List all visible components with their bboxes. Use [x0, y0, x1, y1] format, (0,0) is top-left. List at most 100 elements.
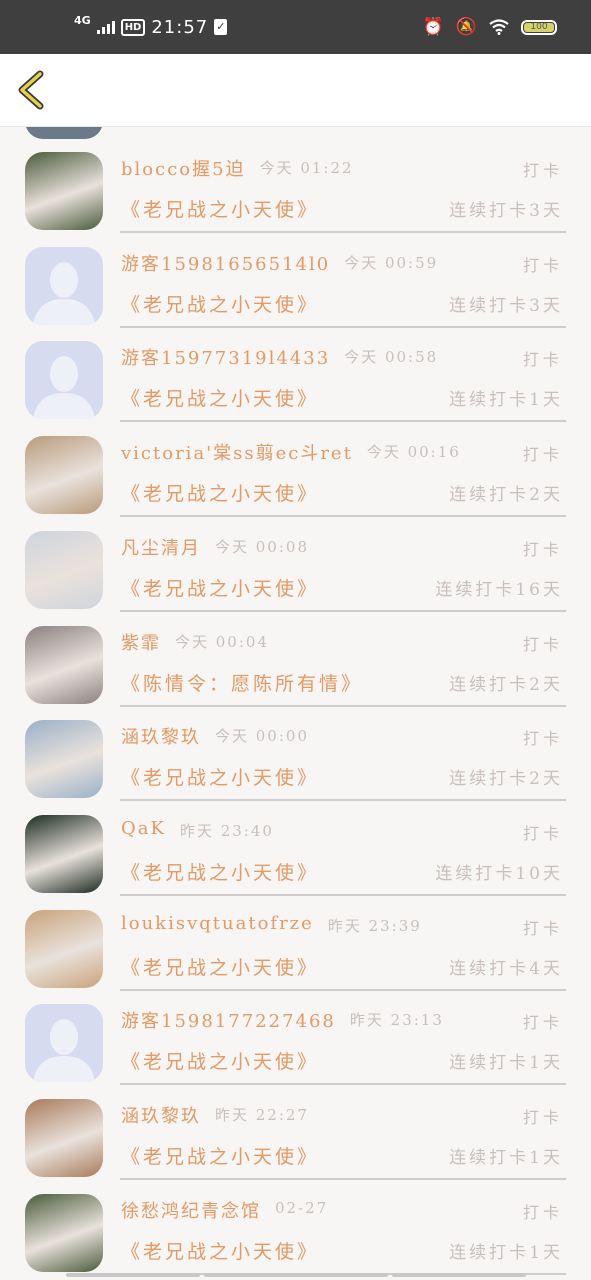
streak-count: 连续打卡16天: [435, 579, 563, 600]
username: QaK: [121, 817, 166, 839]
username: victoria'棠ss翦ec斗ret: [121, 443, 353, 465]
streak-count: 连续打卡3天: [449, 201, 563, 221]
checkin-label: 打卡: [522, 634, 563, 654]
streak-count: 连续打卡4天: [449, 958, 563, 979]
checkin-label: 打卡: [522, 1108, 563, 1127]
username: 凡尘清月: [121, 537, 201, 559]
avatar[interactable]: [25, 1099, 103, 1177]
checkin-label: 打卡: [522, 255, 563, 275]
user-placeholder-icon: [25, 341, 103, 420]
book-title[interactable]: 《老兄战之小天使》: [121, 1047, 319, 1074]
hd-badge: HD: [120, 18, 146, 36]
clock: 21:57: [151, 16, 209, 38]
book-title[interactable]: 《老兄战之小天使》: [121, 479, 319, 506]
book-title[interactable]: 《老兄战之小天使》: [121, 1142, 319, 1169]
streak-count: 连续打卡2天: [449, 674, 563, 695]
username: 游客15981772274​68: [121, 1011, 336, 1033]
divider: [120, 609, 566, 612]
status-bar: 4G HD 21:57 ⏰ 🔕 100: [0, 0, 591, 54]
book-title[interactable]: 《老兄战之小天使》: [121, 574, 319, 601]
checkin-label: 打卡: [522, 823, 563, 843]
list-item[interactable]: victoria'棠ss翦ec斗ret 今天 00:16 打卡《老兄战之小天使》 连续…: [0, 433, 591, 528]
status-right: ⏰ 🔕 100: [422, 16, 557, 37]
username: 涵玖黎玖: [121, 727, 201, 749]
checkin-time: 今天 00:16: [366, 443, 461, 462]
list-item[interactable]: 游客15977319l4433 今天 00:58 打卡 《老兄战之小天使》 连续打卡1天: [0, 338, 591, 433]
user-placeholder-icon: [25, 246, 103, 325]
avatar[interactable]: [25, 1193, 103, 1272]
checkin-label: 打卡: [522, 918, 563, 938]
checkin-label: 打卡: [522, 539, 563, 559]
scrollbar[interactable]: [66, 1273, 200, 1277]
book-title[interactable]: 《老兄战之小天使》: [121, 953, 319, 980]
clipboard-check-icon: [214, 19, 228, 35]
divider: [120, 325, 566, 328]
book-title[interactable]: 《老兄战之小天使》: [121, 290, 319, 317]
avatar[interactable]: [25, 530, 103, 609]
alarm-icon: ⏰: [422, 16, 444, 37]
checkin-label: 打卡: [522, 729, 563, 749]
list-item[interactable]: 游客15981656514l0 今天 00:59 打卡《老兄战之小天使》 连续打卡3天: [0, 244, 591, 339]
checkin-time: 今天 00:04: [175, 632, 269, 651]
list-item[interactable]: 涵玖黎玖 昨天 22:27 打卡 《老兄战之小天使》 连续打卡1天: [0, 1096, 591, 1191]
list-item[interactable]: 凡尘清月 今天 00:08 打卡《老兄战之小天使》 连续打卡16天: [0, 528, 591, 623]
avatar[interactable]: [25, 814, 103, 893]
checkin-label: 打卡: [522, 350, 563, 370]
username: 游客15977319l4433: [121, 348, 331, 370]
divider: [120, 1083, 566, 1086]
checkin-time: 昨天 22:27: [215, 1106, 309, 1124]
status-left: 4G HD 21:57: [74, 14, 228, 38]
checkin-time: 昨天 23:39: [327, 916, 422, 935]
list-item[interactable]: 紫霏 今天 00:04 打卡 《陈情令：愿陈所有情》 连续打卡2天: [0, 623, 591, 718]
scrollbar-segment-2: [392, 1273, 526, 1277]
streak-count: 连续打卡2天: [449, 485, 563, 506]
streak-count: 连续打卡1天: [449, 1053, 563, 1074]
list-item[interactable]: 徐愁鸿纪青念馆 02-27 打卡《老兄战之小天使》 连续打卡1天: [0, 1191, 591, 1280]
divider: [120, 988, 566, 991]
checkin-time: 今天 00:00: [215, 727, 309, 746]
checkin-time: 02-27: [275, 1198, 329, 1217]
streak-count: 连续打卡2天: [449, 769, 563, 790]
username: 游客15981656514l0: [121, 253, 331, 275]
checkin-time: 今天 00:08: [215, 537, 309, 556]
signal-icon: [96, 20, 115, 34]
book-title[interactable]: 《老兄战之小天使》: [121, 195, 319, 222]
book-title[interactable]: 《老兄战之小天使》: [121, 384, 319, 411]
username: 徐愁鸿纪青念馆: [121, 1200, 261, 1222]
chevron-left-icon[interactable]: [14, 68, 54, 112]
book-title[interactable]: 《老兄战之小天使》: [121, 1237, 319, 1264]
checkin-label: 打卡: [522, 445, 563, 465]
avatar[interactable]: [25, 341, 103, 420]
checkin-time: 今天 00:59: [344, 253, 439, 272]
streak-count: 连续打卡3天: [449, 295, 563, 316]
checkin-label: 打卡: [522, 1013, 563, 1033]
book-title[interactable]: 《老兄战之小天使》: [121, 763, 319, 790]
divider: [120, 893, 566, 896]
avatar[interactable]: [25, 246, 103, 325]
avatar[interactable]: [25, 625, 103, 704]
user-placeholder-icon: [25, 1004, 103, 1083]
book-title[interactable]: 《老兄战之小天使》: [121, 858, 319, 885]
list-item[interactable]: loukisvqtuatofrze 昨天 23:39 打卡《老兄战之小天使》 连续打卡…: [0, 907, 591, 1002]
checkin-label: 打卡: [522, 1202, 563, 1222]
checkin-list[interactable]: blocco握5迫 今天 01:22 打卡 《老兄战之小天使》 连续打卡3天 游客1598…: [0, 127, 591, 1280]
streak-count: 连续打卡1天: [449, 390, 563, 411]
list-item[interactable]: QaK 昨天 23:40 打卡 《老兄战之小天使》 连续打卡10天: [0, 812, 591, 907]
top-nav: [0, 54, 591, 127]
divider: [120, 420, 566, 423]
checkin-time: 今天 01:22: [259, 159, 354, 177]
book-title[interactable]: 《陈情令：愿陈所有情》: [121, 669, 363, 696]
list-item[interactable]: blocco握5迫 今天 01:22 打卡 《老兄战之小天使》 连续打卡3天: [0, 149, 591, 244]
avatar[interactable]: [25, 1004, 103, 1083]
streak-count: 连续打卡1天: [449, 1242, 563, 1263]
scrollbar-segment: [204, 1273, 388, 1277]
avatar[interactable]: [25, 436, 103, 515]
avatar[interactable]: [25, 152, 103, 230]
avatar[interactable]: [25, 720, 103, 799]
list-item[interactable]: 涵玖黎玖 今天 00:00 打卡《老兄战之小天使》 连续打卡2天: [0, 717, 591, 812]
network-type: 4G: [74, 14, 91, 27]
username: loukisvqtuatofrze: [121, 912, 314, 934]
avatar[interactable]: [25, 909, 103, 988]
list-item[interactable]: 游客15981772274​68 昨天 23:13 打卡 《老兄战之小天使》 连续打卡1…: [0, 1001, 591, 1096]
list-item-partial: [0, 127, 591, 139]
